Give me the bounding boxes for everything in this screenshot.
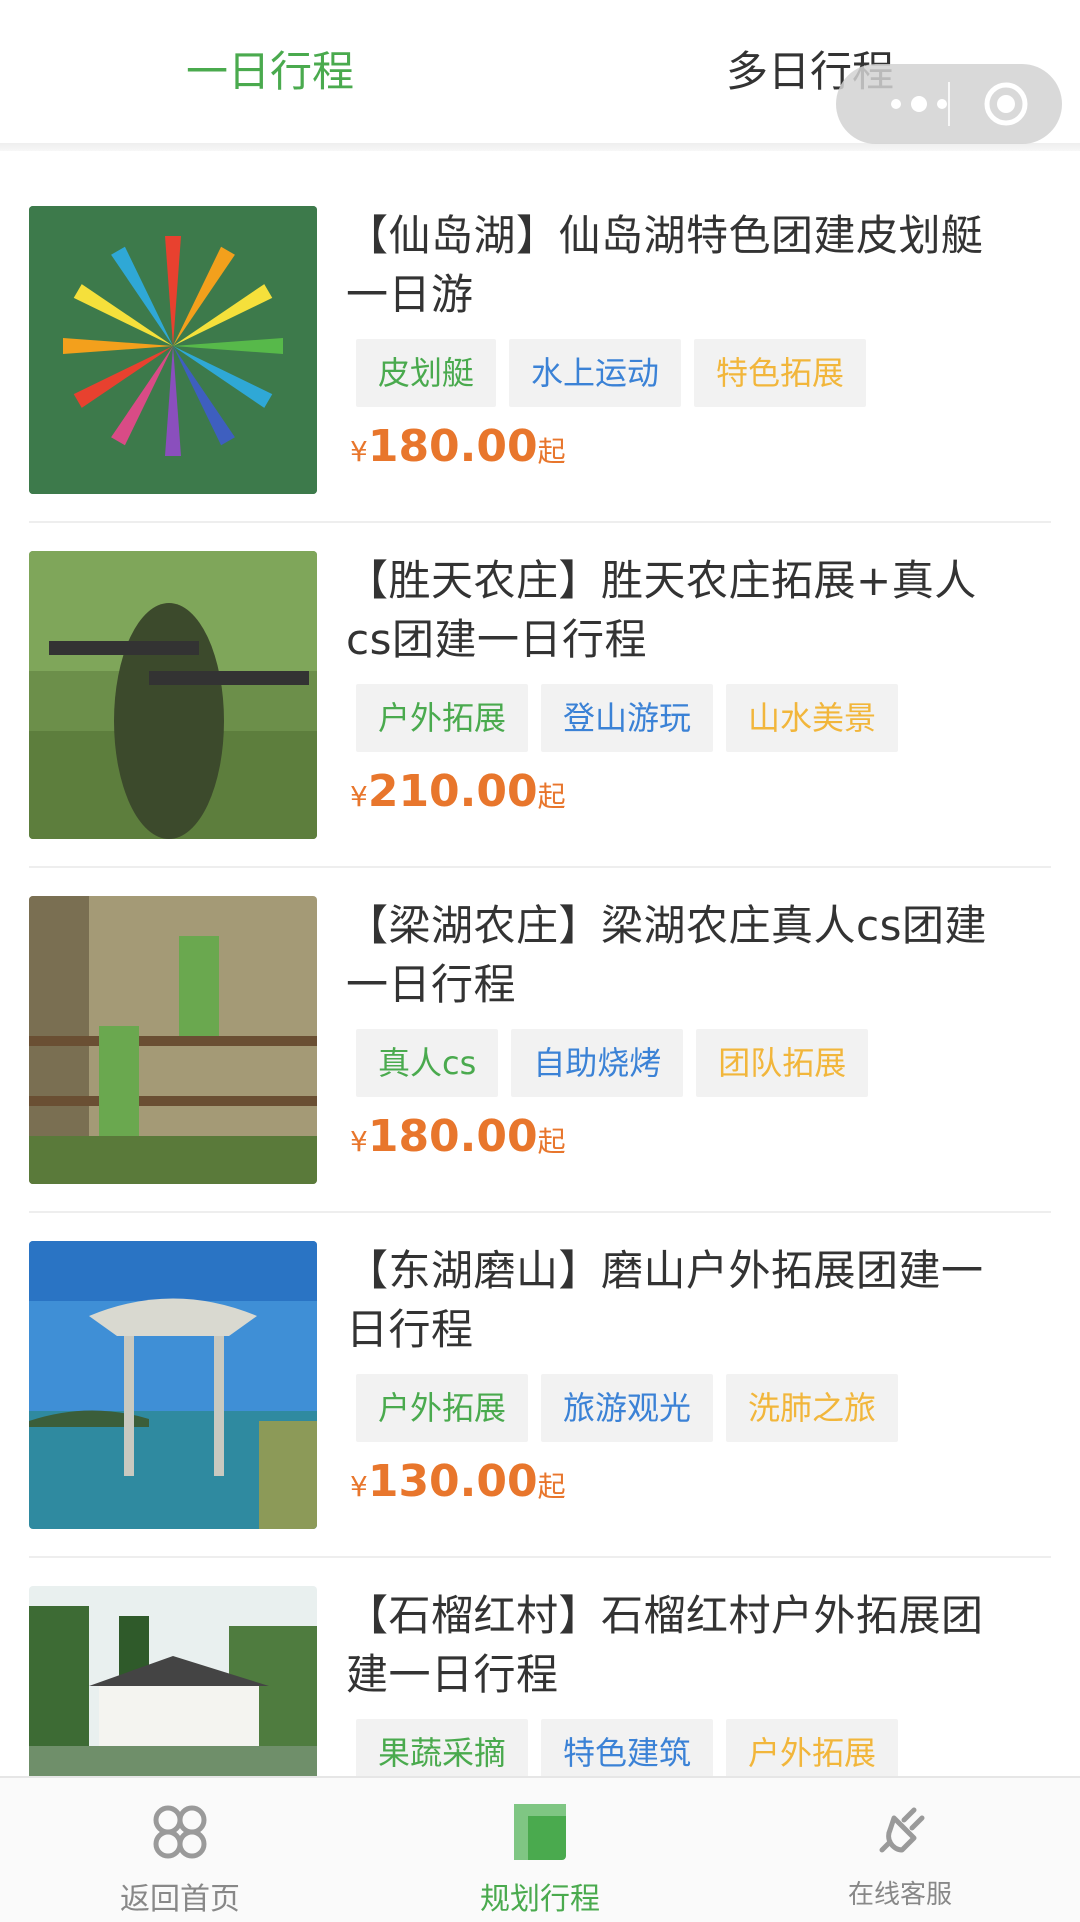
tag: 水上运动	[509, 339, 682, 407]
price-suffix: 起	[537, 435, 566, 468]
price-value: 180.00	[367, 1111, 538, 1162]
price-suffix: 起	[537, 1470, 566, 1503]
tabbar-label: 在线客服	[847, 1880, 952, 1910]
kayak-thumbnail	[29, 206, 317, 494]
cs-farm-thumbnail	[29, 896, 317, 1184]
miniprogram-capsule	[836, 64, 1062, 144]
tag-row: 户外拓展 旅游观光 洗肺之旅	[356, 1374, 899, 1442]
currency-symbol: ¥	[350, 435, 368, 468]
tag-row: 皮划艇 水上运动 特色拓展	[356, 339, 867, 407]
currency-symbol: ¥	[350, 1470, 368, 1503]
price: ¥180.00起	[350, 421, 566, 472]
tag: 旅游观光	[541, 1374, 714, 1442]
itinerary-title: 【仙岛湖】仙岛湖特色团建皮划艇一日游	[346, 211, 984, 319]
cs-game-thumbnail	[29, 551, 317, 839]
bottom-tab-bar: 返回首页 规划行程 在线客服	[0, 1776, 1080, 1922]
itinerary-card[interactable]: 【东湖磨山】磨山户外拓展团建一日行程 户外拓展 旅游观光 洗肺之旅 ¥130.0…	[0, 1186, 1080, 1531]
tag-row: 真人cs 自助烧烤 团队拓展	[356, 1029, 869, 1097]
tabbar-service[interactable]: 在线客服	[720, 1778, 1080, 1922]
tag: 户外拓展	[356, 1374, 529, 1442]
tab-one-day[interactable]: 一日行程	[0, 0, 540, 143]
tabbar-plan[interactable]: 规划行程	[360, 1778, 720, 1922]
tabbar-home[interactable]: 返回首页	[0, 1778, 360, 1922]
tabbar-label: 规划行程	[480, 1882, 600, 1917]
itinerary-title: 【梁湖农庄】梁湖农庄真人cs团建一日行程	[346, 901, 987, 1009]
tag: 户外拓展	[356, 684, 529, 752]
currency-symbol: ¥	[350, 780, 368, 813]
tag: 特色拓展	[694, 339, 867, 407]
price-value: 210.00	[367, 766, 538, 817]
price: ¥180.00起	[350, 1111, 566, 1162]
tag: 自助烧烤	[511, 1029, 684, 1097]
price-value: 180.00	[367, 421, 538, 472]
itinerary-card[interactable]: 【胜天农庄】胜天农庄拓展+真人cs团建一日行程 户外拓展 登山游玩 山水美景 ¥…	[0, 496, 1080, 841]
tag: 山水美景	[726, 684, 899, 752]
tag-row: 户外拓展 登山游玩 山水美景	[356, 684, 899, 752]
plan-icon	[514, 1804, 566, 1860]
price-suffix: 起	[537, 1125, 566, 1158]
pavilion-thumbnail	[29, 1241, 317, 1529]
tabbar-label: 返回首页	[120, 1882, 240, 1917]
itinerary-title: 【石榴红村】石榴红村户外拓展团建一日行程	[346, 1591, 984, 1699]
capsule-divider	[948, 82, 950, 126]
itinerary-title: 【东湖磨山】磨山户外拓展团建一日行程	[346, 1246, 984, 1354]
currency-symbol: ¥	[350, 1125, 368, 1158]
price: ¥130.00起	[350, 1456, 566, 1507]
price-suffix: 起	[537, 780, 566, 813]
tag: 洗肺之旅	[726, 1374, 899, 1442]
itinerary-card[interactable]: 【仙岛湖】仙岛湖特色团建皮划艇一日游 皮划艇 水上运动 特色拓展 ¥180.00…	[0, 151, 1080, 496]
tag: 真人cs	[356, 1029, 499, 1097]
home-grid-icon	[153, 1805, 207, 1859]
price: ¥210.00起	[350, 766, 566, 817]
close-target-icon[interactable]	[982, 80, 1030, 128]
tab-divider	[0, 143, 1080, 151]
tag: 皮划艇	[356, 339, 497, 407]
tag: 团队拓展	[696, 1029, 869, 1097]
itinerary-title: 【胜天农庄】胜天农庄拓展+真人cs团建一日行程	[346, 556, 977, 664]
itinerary-card[interactable]: 【梁湖农庄】梁湖农庄真人cs团建一日行程 真人cs 自助烧烤 团队拓展 ¥180…	[0, 841, 1080, 1186]
price-value: 130.00	[367, 1456, 538, 1507]
service-plug-icon	[879, 1807, 925, 1853]
more-menu-icon[interactable]	[864, 64, 974, 144]
tag: 登山游玩	[541, 684, 714, 752]
